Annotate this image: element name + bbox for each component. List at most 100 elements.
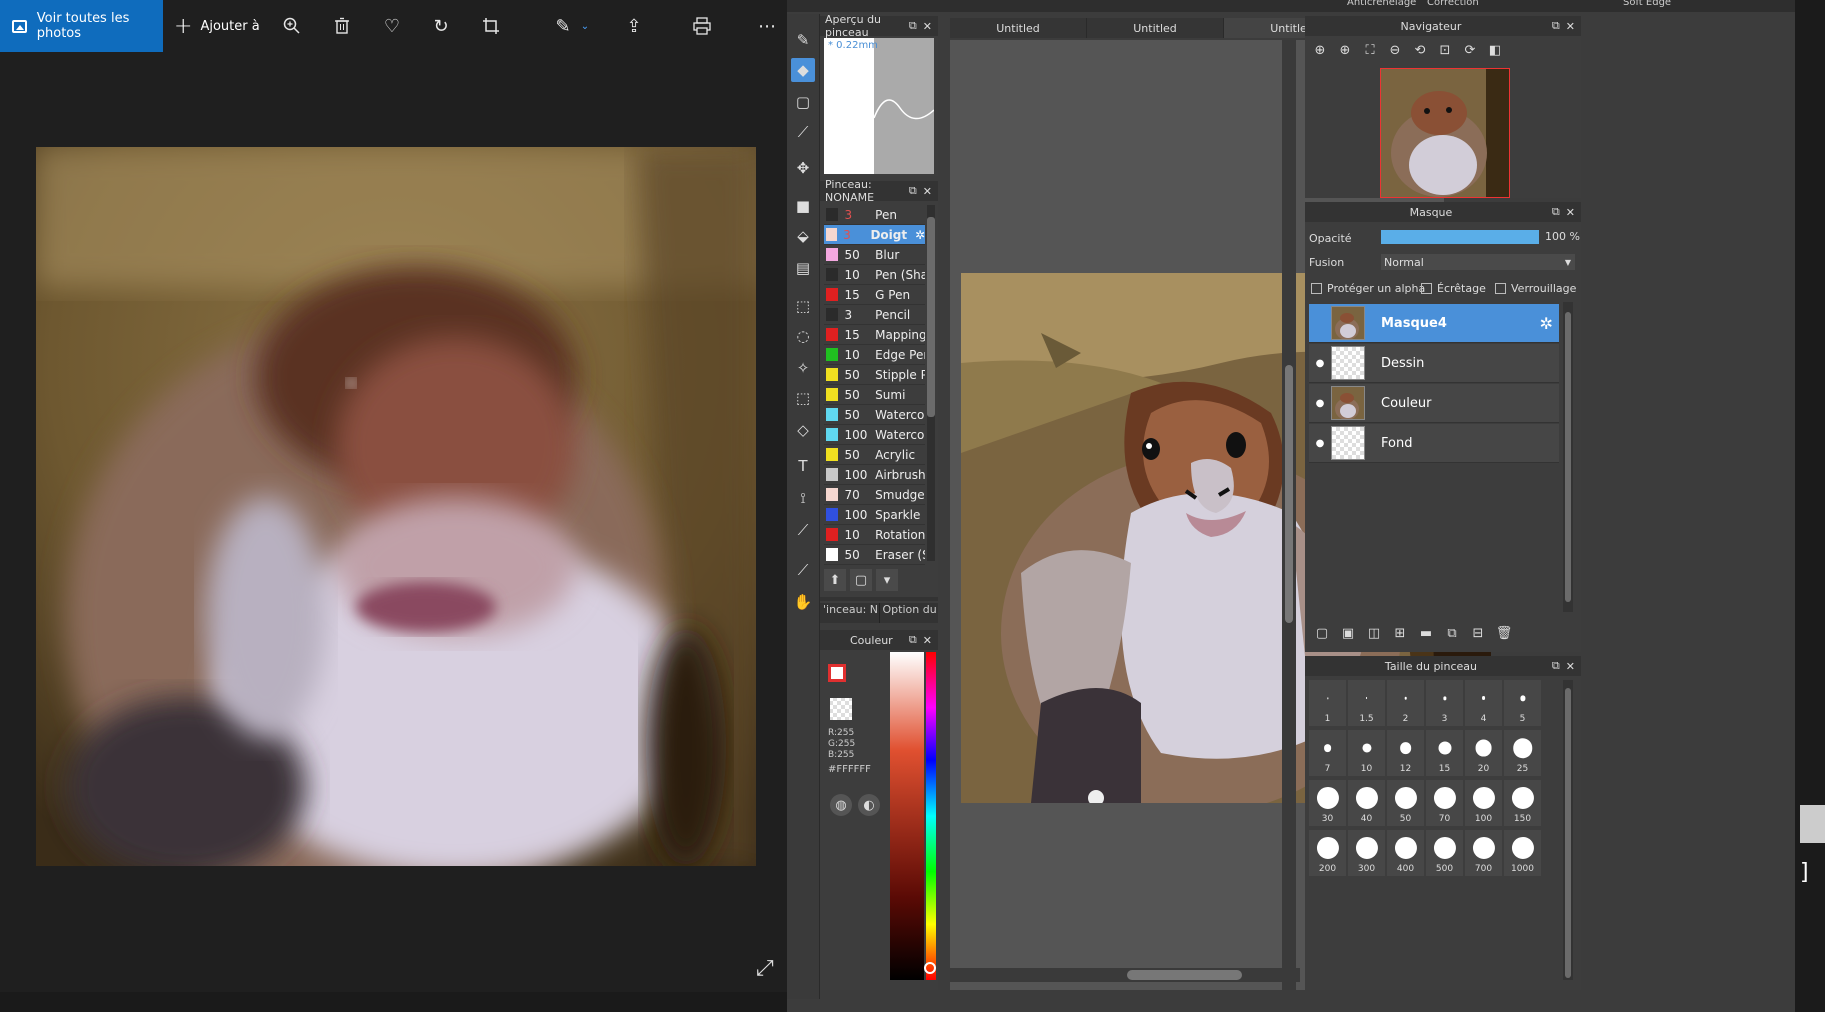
hue-slider-knob[interactable] [924,962,936,974]
canvas-horizontal-scrollbar[interactable] [950,968,1300,982]
new-layer-8bit-icon[interactable]: ▣ [1337,622,1359,644]
brush-menu-icon[interactable]: ▾ [876,569,898,591]
new-brush-icon[interactable]: ▢ [850,569,872,591]
brush-size-cell[interactable]: 100 [1465,780,1502,826]
brush-item[interactable]: 50 Acrylic [824,445,925,465]
canvas-vertical-scroll-thumb[interactable] [1285,365,1293,623]
eraser-tool-icon[interactable]: ◆ [791,58,815,82]
brush-size-cell[interactable]: 4 [1465,680,1502,726]
brush-list-scroll-thumb[interactable] [927,217,935,417]
popout-icon[interactable]: ⧉ [1552,659,1560,673]
antialias-option[interactable]: Anticrénelage [1347,0,1416,8]
new-layer-icon[interactable]: ▢ [1311,622,1333,644]
folder-icon[interactable]: ▬ [1415,622,1437,644]
gear-icon[interactable]: ✲ [1540,314,1553,333]
brush-size-cell[interactable]: 1000 [1504,830,1541,876]
foreground-color-swatch[interactable] [828,664,846,682]
brush-size-cell[interactable]: 7 [1309,730,1346,776]
lasso-icon[interactable]: ◌ [791,324,815,348]
bucket-tool-icon[interactable]: ⬙ [791,224,815,248]
brush-size-cell[interactable]: 40 [1348,780,1385,826]
visibility-icon[interactable]: ● [1309,438,1331,449]
popout-icon[interactable]: ⧉ [909,633,917,647]
print-icon[interactable] [690,14,714,38]
more-icon[interactable]: ⋯ [755,14,779,38]
fill-rect-tool-icon[interactable]: ■ [791,194,815,218]
soft-edge-option[interactable]: Soft Edge [1623,0,1671,8]
correction-option[interactable]: Correction [1427,0,1479,8]
brush-size-cell[interactable]: 1 [1309,680,1346,726]
chevron-down-icon[interactable]: ⌄ [573,14,597,38]
brush-size-cell[interactable]: 70 [1426,780,1463,826]
close-icon[interactable]: ✕ [923,185,932,198]
lock-checkbox[interactable]: Verrouillage [1495,282,1576,295]
rotate-icon[interactable]: ↻ [429,14,453,38]
brush-size-cell[interactable]: 2 [1387,680,1424,726]
brush-item[interactable]: 3 Pencil [824,305,925,325]
doc-tab-2[interactable]: Untitled [1087,18,1224,38]
select-eraser-icon[interactable]: ◇ [791,418,815,442]
share-icon[interactable]: ⇪ [622,14,646,38]
navigator-thumbnail[interactable] [1380,68,1510,198]
duplicate-layer-icon[interactable]: ⧉ [1441,622,1463,644]
brush-size-cell[interactable]: 25 [1504,730,1541,776]
brush-item[interactable]: 100 Sparkle B [824,505,925,525]
side-widget[interactable] [1800,805,1825,843]
brush-tool-icon[interactable]: ✎ [791,28,815,52]
zoom-in-icon[interactable]: ⊕ [1309,40,1331,60]
layer-row[interactable]: Masque4 ✲ [1309,304,1559,343]
tab-brush[interactable]: 'inceau: N.. [820,603,880,623]
brush-item[interactable]: 100 Airbrush [824,465,925,485]
brush-item[interactable]: 100 Watercol [824,425,925,445]
brush-size-cell[interactable]: 200 [1309,830,1346,876]
doc-tab-1[interactable]: Untitled [950,18,1087,38]
move-tool-icon[interactable]: ✥ [791,156,815,180]
layer-row[interactable]: ● Couleur [1309,384,1559,423]
crop-icon[interactable] [479,14,503,38]
palette-icon[interactable]: ◍ [830,794,852,816]
brush-item[interactable]: 50 Eraser (S [824,545,925,565]
zoom-out-icon[interactable]: ⊖ [1384,40,1406,60]
brush-item[interactable]: 50 Stipple Pe [824,365,925,385]
brush-item[interactable]: 50 Watercol [824,405,925,425]
brush-size-cell[interactable]: 400 [1387,830,1424,876]
close-icon[interactable]: ✕ [923,20,932,33]
brush-item[interactable]: 15 G Pen [824,285,925,305]
clipping-checkbox[interactable]: Écrêtage [1421,282,1486,295]
rotate-right-icon[interactable]: ⟳ [1459,40,1481,60]
eyedropper-icon[interactable]: ⟋ [791,518,815,542]
opacity-slider[interactable] [1381,230,1539,244]
expand-icon[interactable]: ⤢ [756,956,774,981]
magic-wand-icon[interactable]: ✧ [791,356,815,380]
brush-item[interactable]: 3 Pen [824,205,925,225]
select-rect-icon[interactable]: ⬚ [791,294,815,318]
brush-size-cell[interactable]: 12 [1387,730,1424,776]
brush-size-cell[interactable]: 500 [1426,830,1463,876]
brush-item[interactable]: 50 Sumi [824,385,925,405]
brush-size-cell[interactable]: 3 [1426,680,1463,726]
gear-icon[interactable]: ✲ [915,228,925,242]
hue-slider[interactable] [926,652,936,980]
brush-item[interactable]: 3 Doigt ✲ [824,225,925,245]
merge-layer-icon[interactable]: ⊟ [1467,622,1489,644]
visibility-icon[interactable]: ● [1309,398,1331,409]
gradient-tool-icon[interactable]: ▤ [791,256,815,280]
brush-item[interactable]: 50 Blur [824,245,925,265]
close-icon[interactable]: ✕ [923,634,932,647]
trash-icon[interactable]: 🗑 [1493,622,1515,644]
add-to-button[interactable]: + Ajouter à [174,0,260,52]
reset-view-icon[interactable]: ⊡ [1434,40,1456,60]
zoom-in-icon[interactable] [280,14,304,38]
shape-tool-icon[interactable]: ▢ [791,90,815,114]
fit-icon[interactable]: ⛶ [1359,40,1381,60]
add-brush-icon[interactable]: ⬆ [824,569,846,591]
brush-item[interactable]: 10 Rotation [824,525,925,545]
brush-size-scroll-thumb[interactable] [1565,688,1571,978]
brush-size-cell[interactable]: 15 [1426,730,1463,776]
dot-tool-icon[interactable]: ⟋ [791,120,815,144]
text-tool-icon[interactable]: T [791,454,815,478]
brush-size-cell[interactable]: 20 [1465,730,1502,776]
brush-item[interactable]: 10 Edge Per [824,345,925,365]
layer-row[interactable]: ● Fond [1309,424,1559,463]
flip-icon[interactable]: ◧ [1484,40,1506,60]
